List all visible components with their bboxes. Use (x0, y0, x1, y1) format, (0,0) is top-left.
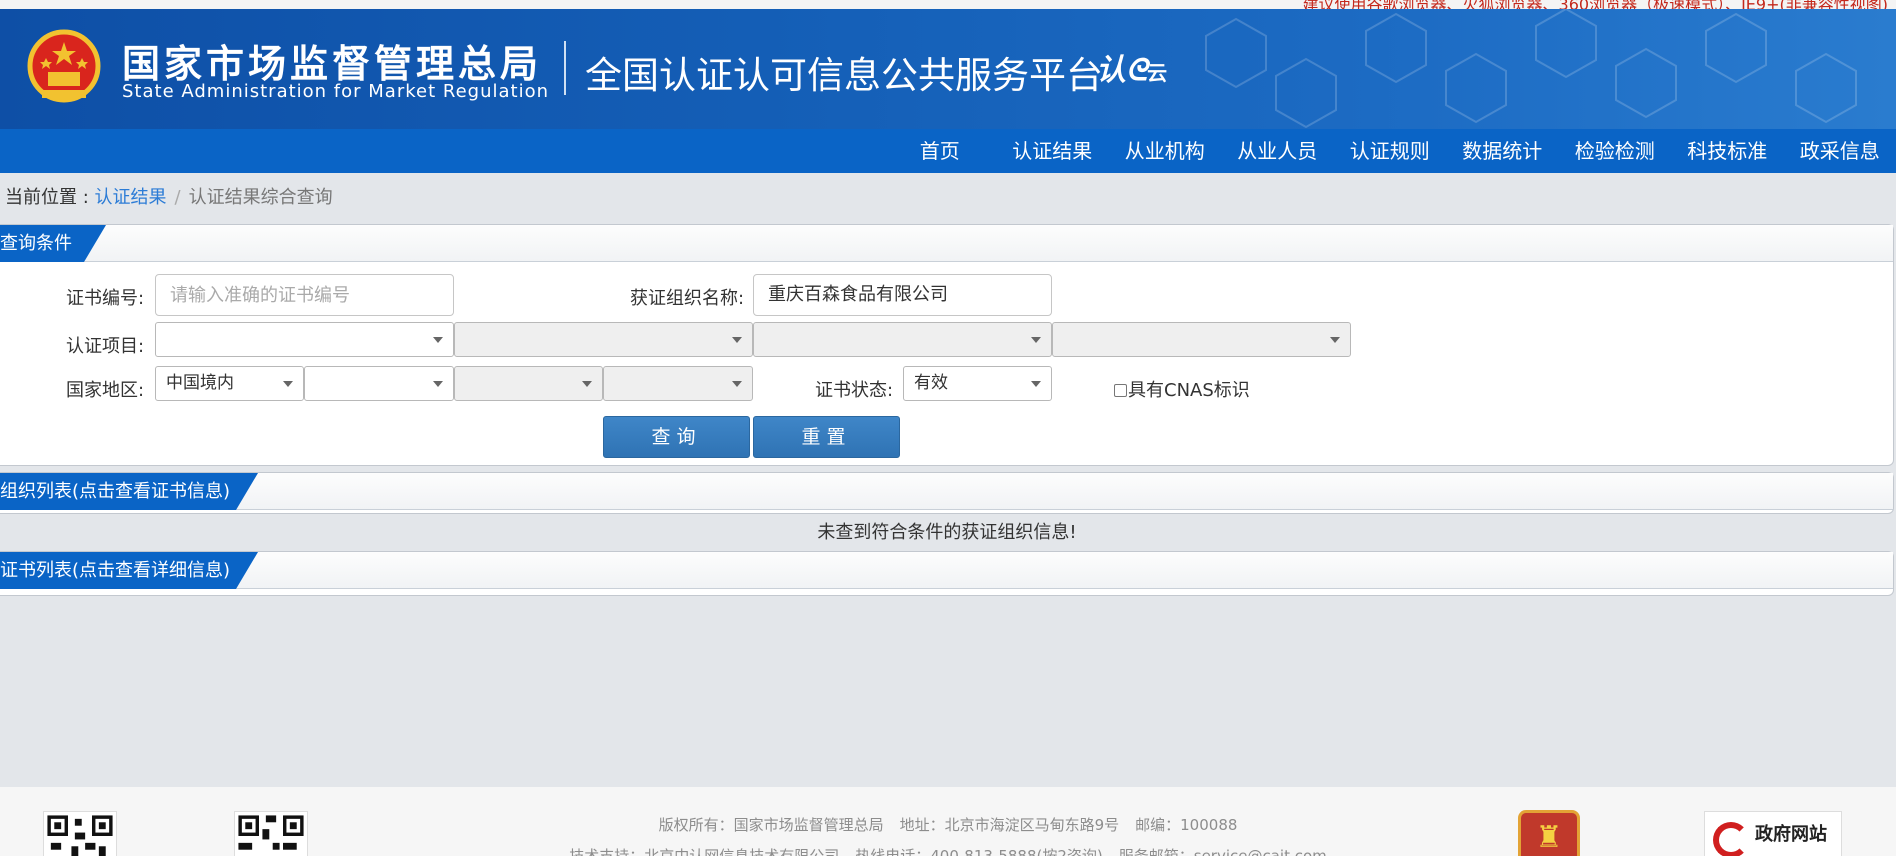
footer-email[interactable]: 服务邮箱：service@cait.com (1119, 847, 1327, 856)
nav-item-inspection[interactable]: 检验检测 (1559, 129, 1672, 173)
query-panel-header: 查询条件 (0, 225, 1893, 262)
logo-swoosh-icon: ᘓ (1126, 53, 1148, 88)
chevron-down-icon (732, 381, 742, 387)
footer-line-2: 技术支持：北京中认网信息技术有限公司 热线电话：400-813-5888(按2咨询… (0, 845, 1896, 856)
project-select-1[interactable] (155, 322, 454, 357)
breadcrumb-separator: / (174, 187, 181, 208)
cert-no-input[interactable] (155, 274, 454, 316)
org-name-label: 获证组织名称: (630, 288, 745, 309)
org-list-header[interactable]: 组织列表(点击查看证书信息) (0, 473, 1893, 510)
cnas-checkbox-label: 具有CNAS标识 (1128, 380, 1250, 401)
cert-list-title: 证书列表(点击查看详细信息) (0, 552, 258, 589)
agency-name-cn: 国家市场监督管理总局 (122, 42, 543, 86)
project-select-3[interactable] (753, 322, 1052, 357)
status-label: 证书状态: (815, 380, 894, 401)
nav-item-procurement[interactable]: 政采信息 (1784, 129, 1896, 173)
region-select-city[interactable] (454, 366, 603, 401)
nav-item-institutions[interactable]: 从业机构 (1109, 129, 1222, 173)
renyun-logo: 认ᘓ云 (1096, 45, 1167, 89)
status-selected-value: 有效 (914, 373, 948, 393)
cnas-checkbox[interactable] (1114, 384, 1127, 397)
footer-address: 地址：北京市海淀区马甸东路9号 (899, 816, 1120, 834)
nav-item-personnel[interactable]: 从业人员 (1221, 129, 1334, 173)
org-list-title: 组织列表(点击查看证书信息) (0, 473, 258, 510)
breadcrumb: 当前位置 : 认证结果 / 认证结果综合查询 (5, 183, 333, 209)
chevron-down-icon (433, 337, 443, 343)
header-banner: 国家市场监督管理总局 State Administration for Mark… (0, 9, 1896, 129)
footer: 版权所有：国家市场监督管理总局 地址：北京市海淀区马甸东路9号 邮编：100088 … (0, 787, 1896, 856)
nav-item-cert-results[interactable]: 认证结果 (996, 129, 1109, 173)
national-emblem-icon (27, 29, 101, 103)
logo-sub: 云 (1147, 61, 1168, 85)
breadcrumb-prefix: 当前位置 : (5, 187, 95, 208)
org-list-empty-message: 未查到符合条件的获证组织信息! (817, 522, 1077, 543)
project-label: 认证项目: (66, 336, 145, 357)
gov-website-badge[interactable]: 政府网站 (1704, 811, 1842, 856)
nav-item-statistics[interactable]: 数据统计 (1446, 129, 1559, 173)
chevron-down-icon (582, 381, 592, 387)
nav-item-home[interactable]: 首页 (884, 129, 997, 173)
main-nav: 首页 认证结果 从业机构 从业人员 认证规则 数据统计 检验检测 科技标准 政采… (0, 129, 1896, 173)
status-select[interactable]: 有效 (903, 366, 1052, 401)
chevron-down-icon (283, 381, 293, 387)
agency-name-en: State Administration for Market Regulati… (122, 81, 549, 102)
nav-item-standards[interactable]: 科技标准 (1671, 129, 1784, 173)
logo-text: 认 (1096, 53, 1126, 88)
footer-line-1: 版权所有：国家市场监督管理总局 地址：北京市海淀区马甸东路9号 邮编：100088 (0, 814, 1896, 835)
query-panel-title: 查询条件 (0, 225, 106, 262)
footer-copyright: 版权所有：国家市场监督管理总局 (658, 816, 884, 834)
chevron-down-icon (433, 381, 443, 387)
breadcrumb-link-cert-results[interactable]: 认证结果 (95, 187, 167, 208)
footer-postcode: 邮编：100088 (1135, 816, 1238, 834)
cnas-checkbox-wrap[interactable]: 具有CNAS标识 (1114, 376, 1250, 402)
org-list-panel: 组织列表(点击查看证书信息) (0, 472, 1894, 514)
nav-item-cert-rules[interactable]: 认证规则 (1334, 129, 1447, 173)
project-select-2[interactable] (454, 322, 753, 357)
project-select-4[interactable] (1052, 322, 1351, 357)
cert-list-header[interactable]: 证书列表(点击查看详细信息) (0, 552, 1893, 589)
browser-notice: 建议使用谷歌浏览器、火狐浏览器、360浏览器（极速模式）、IE9+(非兼容性视图… (1303, 0, 1888, 9)
cert-no-label: 证书编号: (66, 288, 145, 309)
top-notice-strip: 建议使用谷歌浏览器、火狐浏览器、360浏览器（极速模式）、IE9+(非兼容性视图… (0, 0, 1896, 9)
cert-list-panel: 证书列表(点击查看详细信息) (0, 551, 1894, 596)
party-gov-badge-icon[interactable]: ♜ (1518, 810, 1580, 856)
footer-tech-support: 技术支持：北京中认网信息技术有限公司 (569, 847, 840, 856)
footer-hotline: 热线电话：400-813-5888(按2咨询) (855, 847, 1103, 856)
chevron-down-icon (1031, 337, 1041, 343)
breadcrumb-current: 认证结果综合查询 (188, 187, 333, 208)
chevron-down-icon (732, 337, 742, 343)
region-label: 国家地区: (66, 380, 145, 401)
platform-title: 全国认证认可信息公共服务平台 (585, 54, 1103, 97)
reset-button[interactable]: 重置 (753, 416, 900, 458)
org-name-input[interactable]: 重庆百森食品有限公司 (753, 274, 1052, 316)
hexagon-pattern-decoration (1205, 9, 1857, 129)
header-divider (564, 41, 566, 95)
region-select-province[interactable] (304, 366, 454, 401)
region-selected-value: 中国境内 (166, 373, 234, 393)
region-select-district[interactable] (603, 366, 753, 401)
gov-website-badge-text: 政府网站 (1755, 824, 1827, 845)
gov-website-logo-icon (1713, 822, 1749, 856)
region-select-country[interactable]: 中国境内 (155, 366, 304, 401)
chevron-down-icon (1031, 381, 1041, 387)
badge-glyph-icon: ♜ (1535, 820, 1563, 855)
search-button[interactable]: 查询 (603, 416, 750, 458)
chevron-down-icon (1330, 337, 1340, 343)
